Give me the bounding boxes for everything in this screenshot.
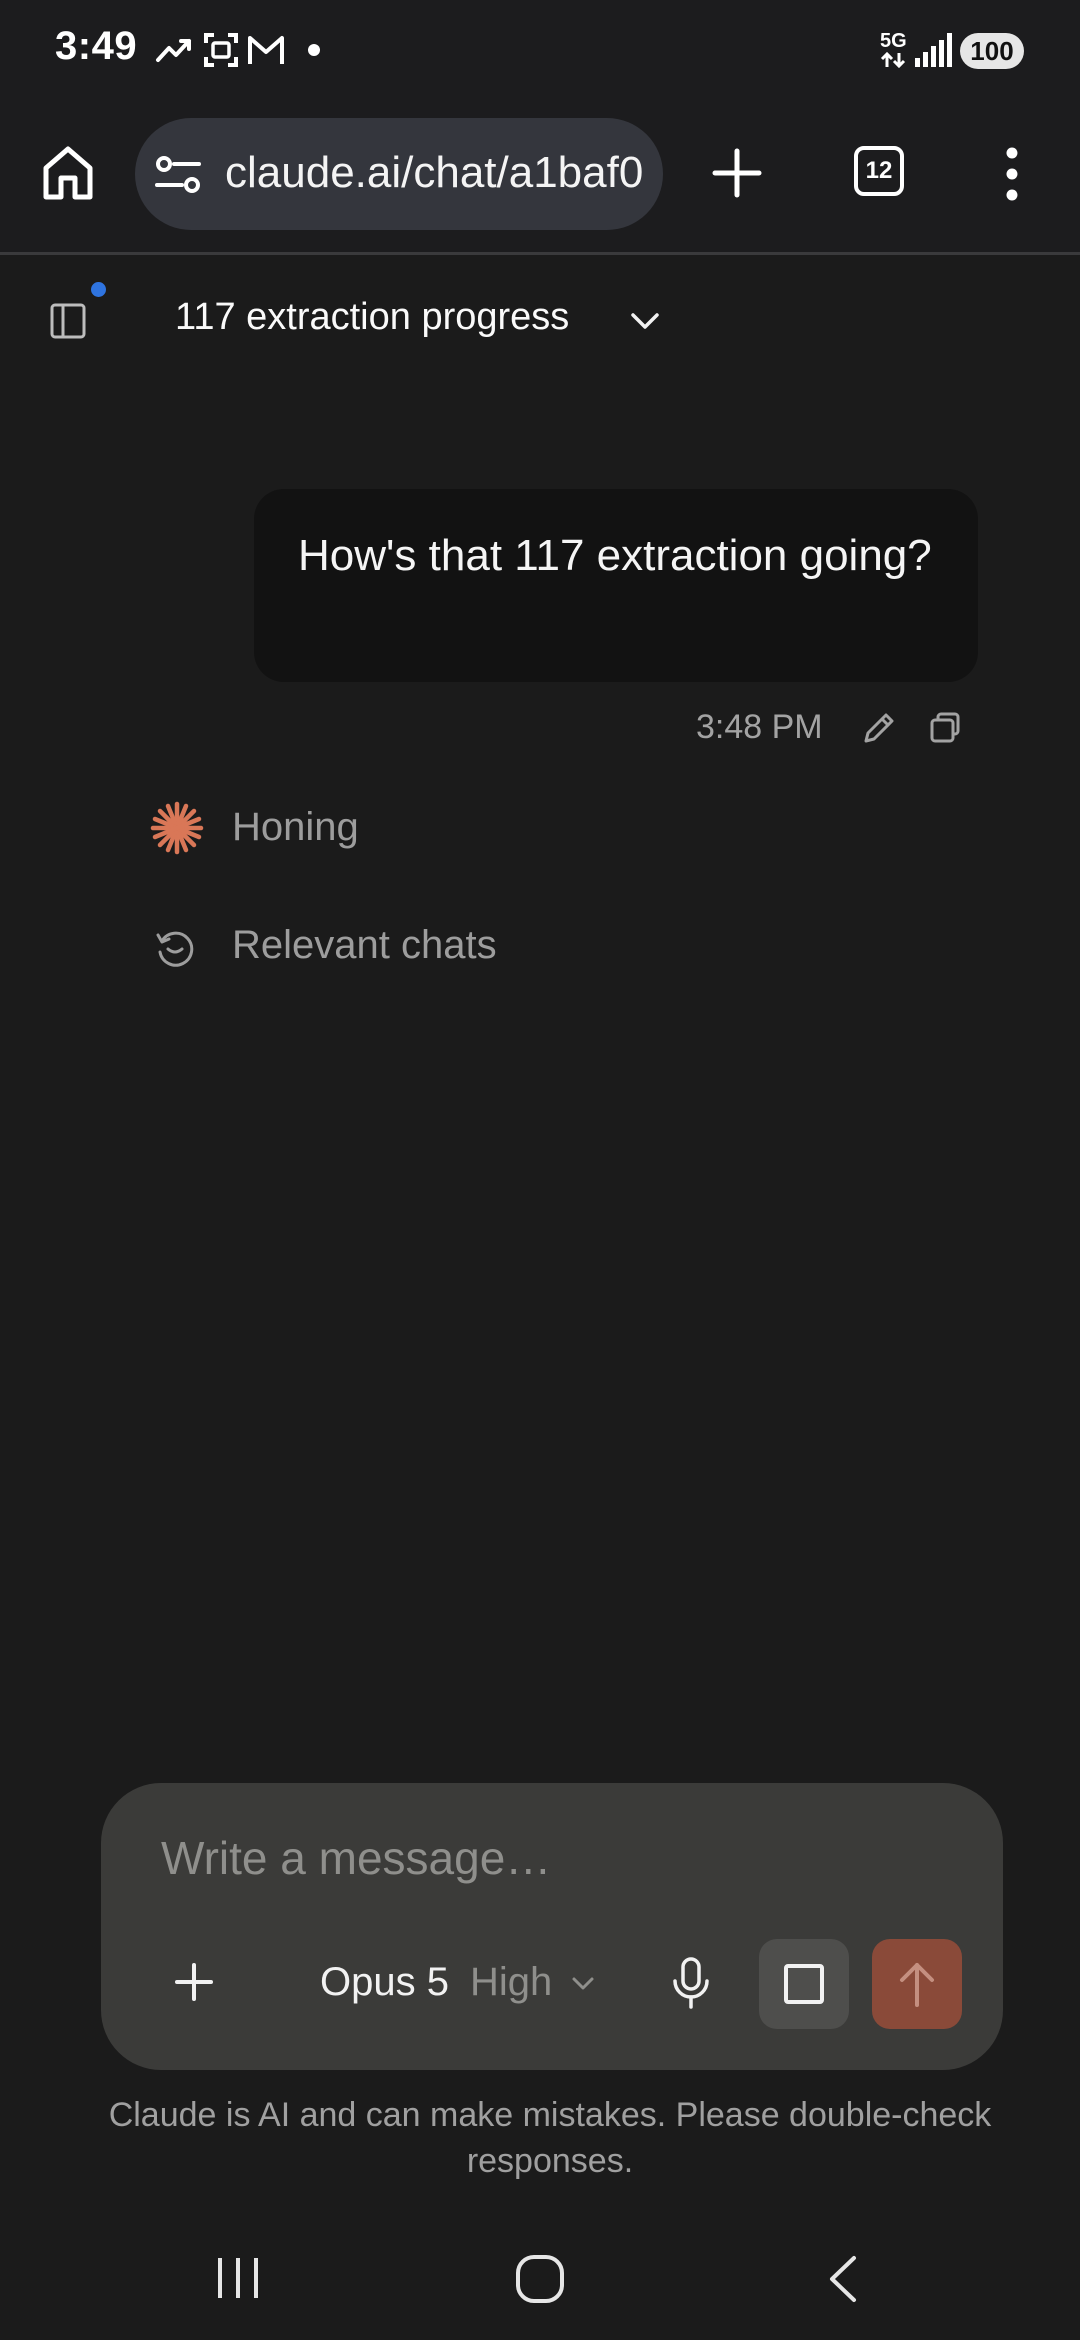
url-text[interactable]: claude.ai/chat/a1baf0 — [225, 148, 645, 198]
user-message-bubble: How's that 117 extraction going? — [254, 489, 978, 682]
history-icon — [156, 931, 194, 967]
message-timestamp: 3:48 PM — [696, 708, 823, 746]
recent-apps-icon[interactable] — [214, 2256, 262, 2300]
gmail-icon — [248, 36, 284, 64]
arrow-up-icon — [900, 1963, 934, 2007]
microphone-icon[interactable] — [671, 1957, 711, 2009]
system-nav-bar — [0, 2180, 1080, 2340]
back-icon[interactable] — [826, 2254, 860, 2304]
sidebar-toggle-icon[interactable] — [50, 303, 86, 339]
status-time: 3:49 — [55, 24, 138, 68]
trending-icon — [156, 39, 191, 62]
unread-indicator-dot — [91, 282, 106, 297]
chevron-down-icon[interactable] — [571, 1976, 595, 1992]
message-input[interactable] — [161, 1827, 941, 1889]
site-settings-icon[interactable] — [155, 156, 201, 194]
user-message-text: How's that 117 extraction going? — [298, 531, 932, 580]
chat-title[interactable]: 117 extraction progress — [175, 296, 569, 339]
edit-icon[interactable] — [860, 709, 898, 747]
notification-dot-icon — [308, 44, 320, 56]
stop-button[interactable] — [759, 1939, 849, 2029]
chevron-down-icon[interactable] — [630, 312, 660, 330]
home-icon[interactable] — [40, 144, 96, 202]
new-tab-icon[interactable] — [712, 148, 762, 198]
thinking-status-label: Honing — [232, 805, 359, 849]
status-bar: 3:49 5G 100 — [0, 0, 1080, 100]
home-nav-icon[interactable] — [515, 2254, 565, 2304]
screenshot-icon — [204, 33, 238, 67]
network-type: 5G — [880, 30, 907, 52]
address-bar[interactable]: claude.ai/chat/a1baf0 — [135, 118, 663, 230]
disclaimer-text: Claude is AI and can make mistakes. Plea… — [108, 2096, 992, 2180]
add-attachment-icon[interactable] — [175, 1963, 213, 2001]
spark-icon — [150, 801, 204, 855]
tab-switcher-button[interactable]: 12 — [854, 146, 904, 196]
more-menu-icon[interactable] — [1002, 146, 1022, 202]
relevant-chats-label[interactable]: Relevant chats — [232, 923, 497, 968]
send-button[interactable] — [872, 1939, 962, 2029]
copy-icon[interactable] — [928, 711, 962, 745]
stop-icon — [784, 1964, 824, 2004]
message-composer: Opus 5 High — [101, 1783, 1003, 2070]
browser-toolbar: claude.ai/chat/a1baf0 12 — [0, 100, 1080, 255]
data-arrows-icon — [880, 52, 906, 68]
signal-icon — [915, 33, 952, 67]
battery-indicator: 100 — [960, 33, 1024, 69]
effort-selector[interactable]: High — [470, 1960, 552, 2005]
model-selector[interactable]: Opus 5 — [320, 1960, 449, 2005]
